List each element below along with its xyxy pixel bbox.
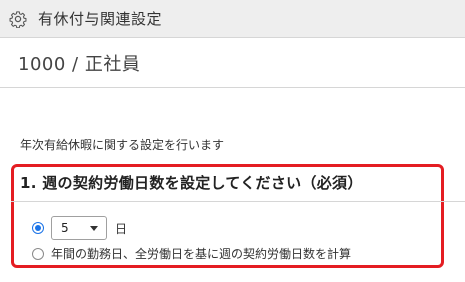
page-title: 有休付与関連設定 xyxy=(38,10,163,28)
days-unit-label: 日 xyxy=(115,221,128,236)
settings-description: 年次有給休暇に関する設定を行います xyxy=(20,138,225,152)
chevron-down-icon xyxy=(90,226,98,231)
gear-icon[interactable] xyxy=(8,9,28,29)
title-bar: 有休付与関連設定 xyxy=(0,0,465,38)
days-select-value: 5 xyxy=(61,221,69,235)
calculate-days-label[interactable]: 年間の勤務日、全労働日を基に週の契約労働日数を計算 xyxy=(51,245,351,262)
days-select[interactable]: 5 xyxy=(51,216,107,240)
employment-type-code: 1000 / 正社員 xyxy=(18,53,141,75)
radio-calculate-days[interactable] xyxy=(32,247,44,260)
employment-type-header: 1000 / 正社員 xyxy=(0,38,465,88)
option-fixed-days: 5 日 xyxy=(32,216,127,240)
radio-fixed-days[interactable] xyxy=(32,222,44,234)
section-title: 1. 週の契約労働日数を設定してください（必須） xyxy=(20,174,363,192)
option-calculate-days: 年間の勤務日、全労働日を基に週の契約労働日数を計算 xyxy=(32,245,351,262)
section-divider xyxy=(11,201,465,202)
